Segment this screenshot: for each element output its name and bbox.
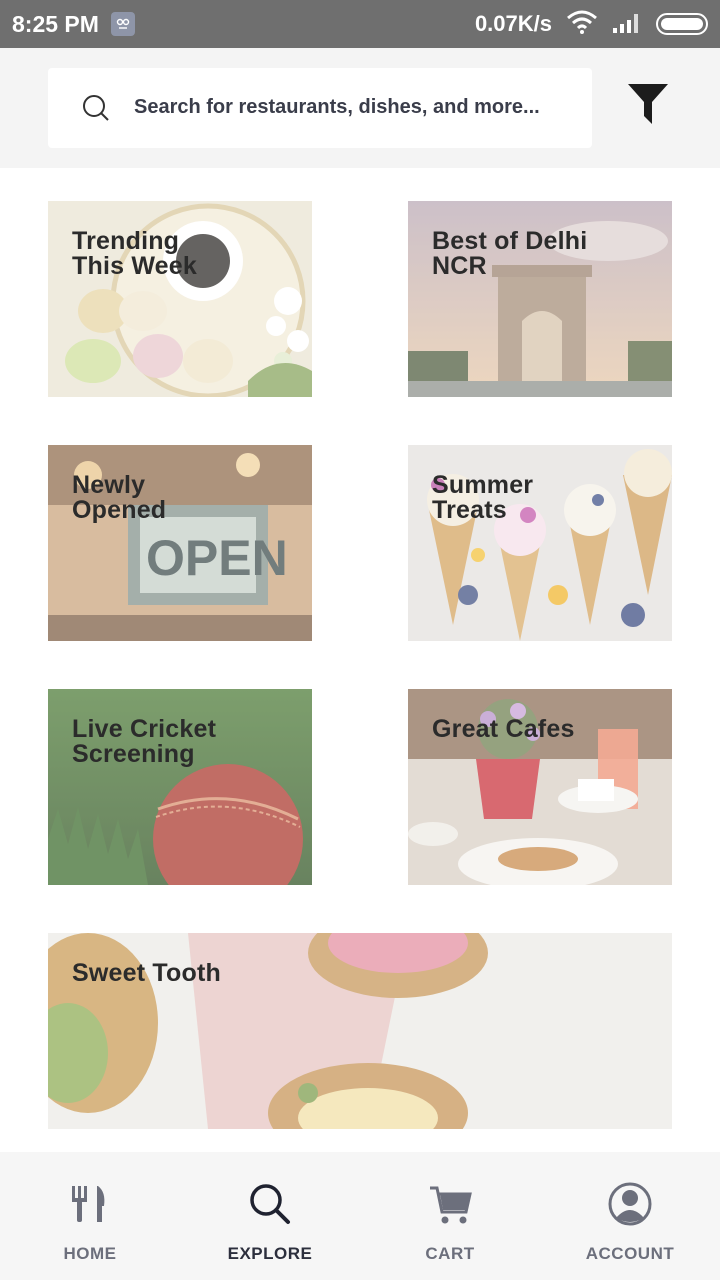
collection-title: Live Cricket Screening bbox=[72, 715, 217, 768]
account-icon bbox=[608, 1182, 652, 1226]
wifi-icon bbox=[566, 10, 598, 39]
nav-label: EXPLORE bbox=[227, 1244, 313, 1263]
collection-tile-newly-opened[interactable]: OPEN Newly Opened bbox=[48, 445, 312, 641]
battery-icon bbox=[656, 13, 708, 35]
collection-title: Summer Treats bbox=[432, 471, 534, 524]
collection-tile-summer-treats[interactable]: Summer Treats bbox=[408, 445, 672, 641]
search-icon bbox=[83, 95, 109, 121]
collection-title: Great Cafes bbox=[432, 715, 575, 743]
nav-label: CART bbox=[425, 1244, 475, 1263]
nav-account[interactable]: ACCOUNT bbox=[540, 1152, 720, 1280]
network-speed: 0.07K/s bbox=[474, 11, 552, 36]
collection-tile-trending[interactable]: Trending This Week bbox=[48, 201, 312, 397]
collection-title: Sweet Tooth bbox=[72, 959, 221, 987]
nav-explore[interactable]: EXPLORE bbox=[180, 1152, 360, 1280]
status-bar: 8:25 PM 0.07K/s bbox=[0, 0, 720, 48]
fork-knife-icon bbox=[72, 1186, 105, 1222]
search-input[interactable]: Search for restaurants, dishes, and more… bbox=[48, 68, 592, 148]
nav-home[interactable]: HOME bbox=[0, 1152, 180, 1280]
collection-title: Newly Opened bbox=[72, 471, 167, 524]
nav-label: ACCOUNT bbox=[585, 1244, 675, 1263]
signal-icon bbox=[612, 10, 642, 39]
notification-app-icon bbox=[110, 12, 135, 36]
collection-title: Best of Delhi NCR bbox=[432, 227, 588, 280]
search-placeholder: Search for restaurants, dishes, and more… bbox=[134, 96, 540, 118]
collection-tile-best-of-delhi[interactable]: Best of Delhi NCR bbox=[408, 201, 672, 397]
collection-tile-sweet-tooth[interactable]: Sweet Tooth bbox=[48, 933, 672, 1129]
collection-tile-live-cricket[interactable]: Live Cricket Screening bbox=[48, 689, 312, 885]
nav-label: HOME bbox=[63, 1244, 117, 1263]
filter-icon[interactable] bbox=[628, 84, 668, 124]
bottom-nav: HOME EXPLORE CART ACCOUNT bbox=[0, 1152, 720, 1280]
collection-title: Trending This Week bbox=[72, 227, 197, 280]
status-time: 8:25 PM bbox=[12, 10, 99, 37]
cart-icon bbox=[430, 1186, 472, 1224]
collection-tile-great-cafes[interactable]: Great Cafes bbox=[408, 689, 672, 885]
nav-cart[interactable]: CART bbox=[360, 1152, 540, 1280]
search-icon bbox=[250, 1184, 290, 1224]
search-header: Search for restaurants, dishes, and more… bbox=[0, 48, 720, 168]
